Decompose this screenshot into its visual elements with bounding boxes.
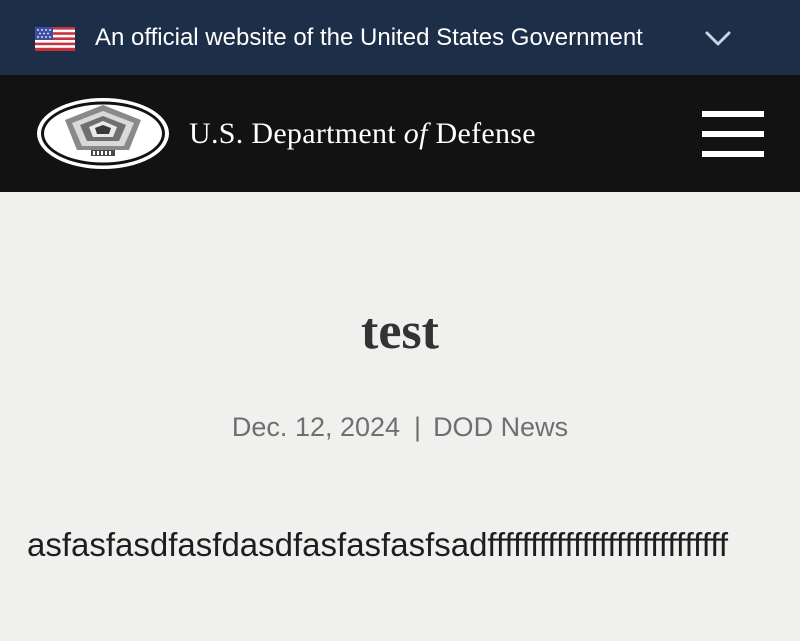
article-body: asfasfasdfasfdasdfasfasfasfsadffffffffff… [27, 526, 729, 563]
article-content: test Dec. 12, 2024 | DOD News asfasfasdfas… [0, 192, 800, 641]
site-header: U.S. Department of Defense [0, 75, 800, 192]
site-title-of: of [403, 117, 428, 150]
gov-banner-text: An official website of the United States… [95, 24, 643, 51]
chevron-down-icon[interactable] [704, 28, 732, 48]
hamburger-menu-icon[interactable] [702, 111, 764, 157]
article-meta: Dec. 12, 2024 | DOD News [0, 412, 800, 443]
article-date: Dec. 12, 2024 [231, 412, 401, 442]
us-flag-icon [35, 27, 75, 51]
pentagon-seal-icon[interactable] [35, 96, 171, 171]
article-category-link[interactable]: DOD News [433, 412, 568, 442]
site-title[interactable]: U.S. Department of Defense [189, 75, 536, 192]
gov-banner: An official website of the United States… [0, 0, 800, 75]
meta-separator: | [414, 412, 422, 442]
site-title-post: Defense [427, 117, 536, 150]
site-title-pre: U.S. Department [189, 117, 404, 150]
article-title: test [361, 303, 439, 360]
